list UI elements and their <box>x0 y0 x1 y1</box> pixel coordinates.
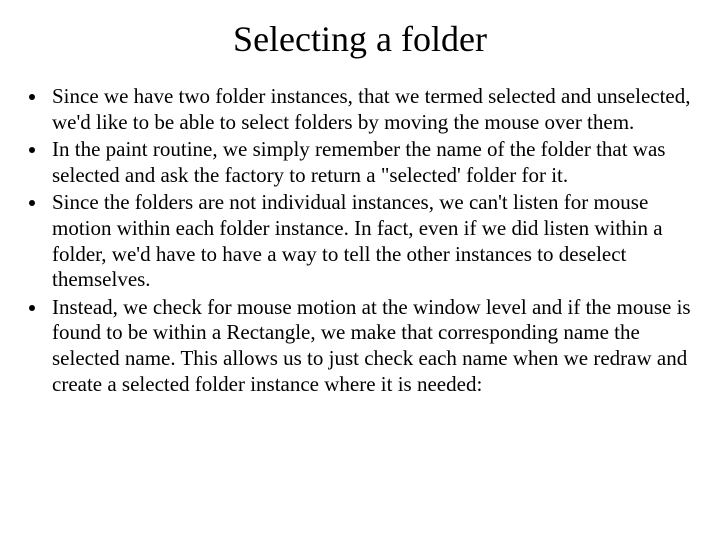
list-item: Since the folders are not individual ins… <box>48 190 692 292</box>
list-item: Since we have two folder instances, that… <box>48 84 692 135</box>
list-item: In the paint routine, we simply remember… <box>48 137 692 188</box>
slide-title: Selecting a folder <box>28 18 692 60</box>
slide: Selecting a folder Since we have two fol… <box>0 0 720 540</box>
list-item: Instead, we check for mouse motion at th… <box>48 295 692 397</box>
bullet-list: Since we have two folder instances, that… <box>28 84 692 397</box>
